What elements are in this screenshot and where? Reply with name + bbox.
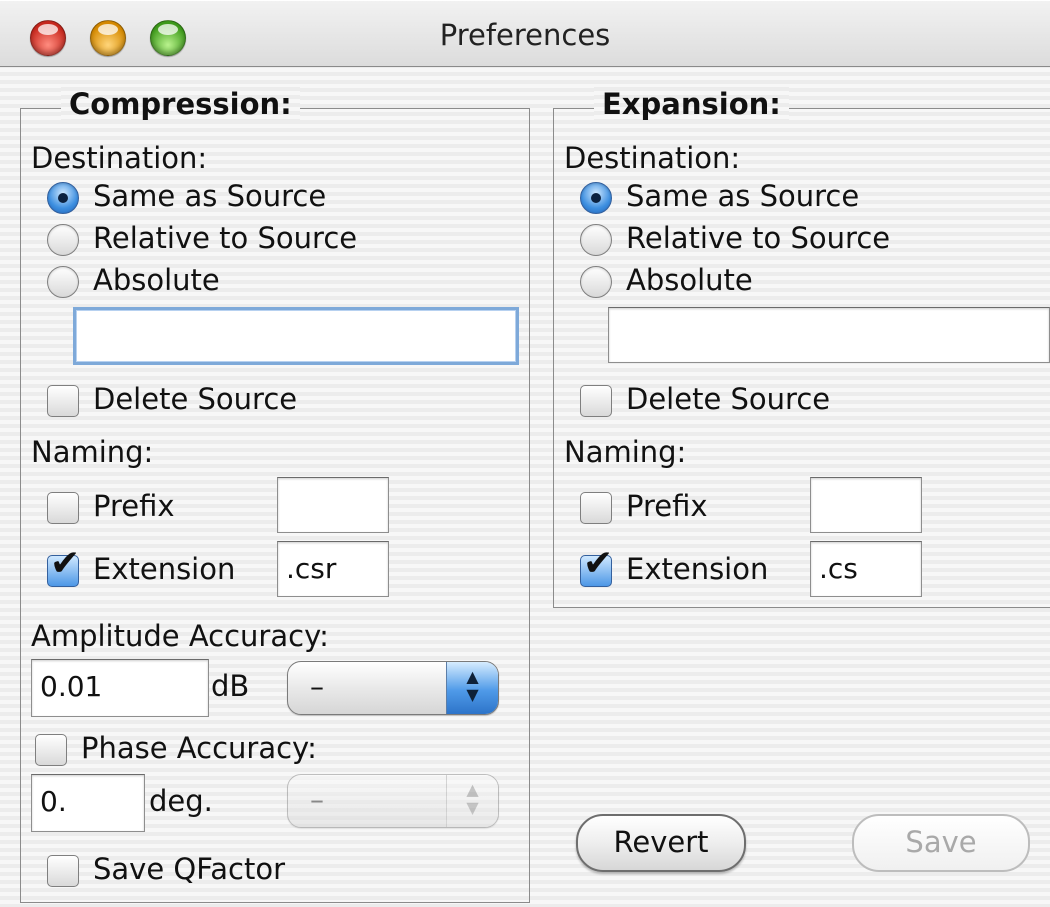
compression-destination-label: Destination: xyxy=(31,141,208,175)
expansion-prefix-label[interactable]: Prefix xyxy=(626,489,708,523)
amplitude-accuracy-label: Amplitude Accuracy: xyxy=(31,619,329,653)
compression-radio-relative-to-source[interactable] xyxy=(47,224,79,256)
expansion-radio-same-label[interactable]: Same as Source xyxy=(626,179,859,213)
phase-accuracy-field[interactable]: 0. xyxy=(31,774,145,832)
expansion-group-title: Expansion: xyxy=(594,87,789,121)
compression-extension-field[interactable]: .csr xyxy=(277,541,389,597)
compression-absolute-path-field[interactable] xyxy=(73,307,519,365)
compression-radio-same-as-source[interactable] xyxy=(47,182,79,214)
amplitude-accuracy-popup[interactable]: – ▲ ▼ xyxy=(287,661,499,715)
compression-delete-source-checkbox[interactable] xyxy=(47,385,79,417)
compression-delete-source-label[interactable]: Delete Source xyxy=(93,382,297,416)
phase-accuracy-label[interactable]: Phase Accuracy: xyxy=(81,731,317,765)
phase-popup-value: – xyxy=(310,783,324,816)
revert-button[interactable]: Revert xyxy=(576,814,746,872)
amplitude-popup-value: – xyxy=(310,670,324,703)
compression-group-title: Compression: xyxy=(61,87,300,121)
compression-radio-absolute-label[interactable]: Absolute xyxy=(93,263,220,297)
compression-radio-absolute[interactable] xyxy=(47,266,79,298)
expansion-radio-relative-to-source[interactable] xyxy=(580,224,612,256)
save-qfactor-label[interactable]: Save QFactor xyxy=(93,852,285,886)
compression-prefix-checkbox[interactable] xyxy=(47,492,79,524)
title-bar[interactable]: Preferences xyxy=(0,0,1050,67)
compression-radio-relative-label[interactable]: Relative to Source xyxy=(93,221,357,255)
compression-naming-label: Naming: xyxy=(31,435,154,469)
expansion-delete-source-label[interactable]: Delete Source xyxy=(626,382,830,416)
phase-accuracy-popup: – ▲ ▼ xyxy=(287,774,499,828)
expansion-prefix-checkbox[interactable] xyxy=(580,492,612,524)
preferences-window: Preferences Compression: Destination: Sa… xyxy=(0,0,1050,907)
compression-prefix-field[interactable] xyxy=(277,477,389,533)
compression-prefix-label[interactable]: Prefix xyxy=(93,489,175,523)
expansion-radio-same-as-source[interactable] xyxy=(580,182,612,214)
compression-extension-checkbox[interactable]: ✔ xyxy=(47,546,80,587)
updown-arrows-icon[interactable]: ▲ ▼ xyxy=(446,662,498,714)
expansion-extension-field[interactable]: .cs xyxy=(810,541,922,597)
expansion-delete-source-checkbox[interactable] xyxy=(580,385,612,417)
phase-accuracy-checkbox[interactable] xyxy=(35,734,67,766)
amplitude-accuracy-field[interactable]: 0.01 xyxy=(31,659,209,717)
expansion-group: Expansion: Destination: Same as Source R… xyxy=(553,87,1050,608)
expansion-radio-absolute[interactable] xyxy=(580,266,612,298)
expansion-prefix-field[interactable] xyxy=(810,477,922,533)
compression-radio-same-label[interactable]: Same as Source xyxy=(93,179,326,213)
expansion-naming-label: Naming: xyxy=(564,435,687,469)
compression-group: Compression: Destination: Same as Source… xyxy=(20,87,530,903)
expansion-radio-relative-label[interactable]: Relative to Source xyxy=(626,221,890,255)
expansion-extension-checkbox[interactable]: ✔ xyxy=(580,546,613,587)
checkmark-icon: ✔ xyxy=(583,543,614,584)
save-button[interactable]: Save xyxy=(852,814,1030,872)
expansion-destination-label: Destination: xyxy=(564,141,741,175)
expansion-radio-absolute-label[interactable]: Absolute xyxy=(626,263,753,297)
window-title: Preferences xyxy=(439,18,611,52)
save-qfactor-checkbox[interactable] xyxy=(47,855,79,887)
amplitude-unit-label: dB xyxy=(211,669,250,703)
checkmark-icon: ✔ xyxy=(50,543,81,584)
expansion-extension-label[interactable]: Extension xyxy=(626,552,768,586)
expansion-absolute-path-field[interactable] xyxy=(608,307,1050,363)
updown-arrows-icon: ▲ ▼ xyxy=(446,775,498,827)
compression-extension-label[interactable]: Extension xyxy=(93,552,235,586)
phase-unit-label: deg. xyxy=(149,784,213,818)
